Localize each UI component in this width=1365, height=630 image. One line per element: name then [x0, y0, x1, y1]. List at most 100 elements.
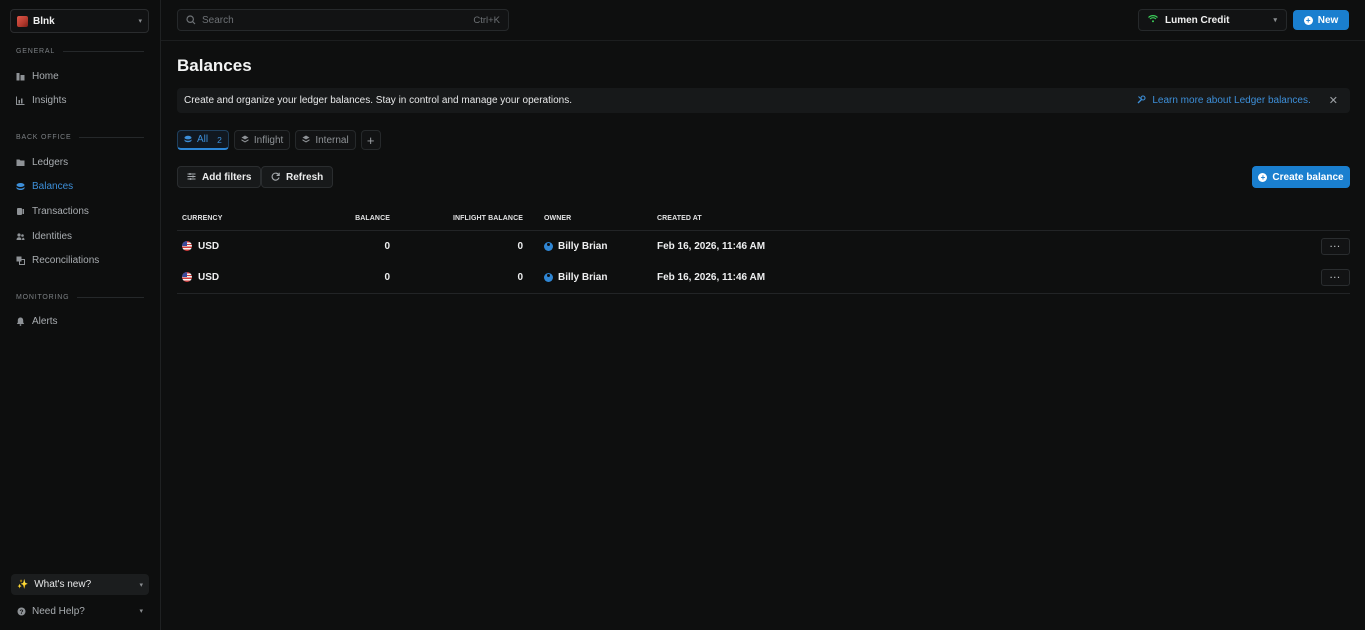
sidebar-item-label: Home: [32, 70, 59, 82]
layers-icon: [184, 135, 192, 145]
chevron-down-icon: ▾: [139, 608, 143, 615]
layers-icon: [241, 135, 249, 145]
sidebar-item-alerts[interactable]: Alerts: [16, 314, 58, 328]
currency-cell: USD: [177, 241, 280, 252]
tab-count: 2: [217, 134, 222, 145]
sidebar-item-label: Reconciliations: [32, 254, 100, 266]
reconcile-icon: [16, 256, 25, 265]
need-help-label: Need Help?: [32, 605, 85, 617]
table-row[interactable]: USD 0 0 Billy Brian Feb 16, 2026, 11:46 …: [177, 231, 1350, 261]
sidebar: Blnk ▾ GENERAL Home Insights BACK OFFICE…: [0, 0, 161, 630]
sparkles-icon: ✨: [17, 579, 29, 589]
chart-icon: [16, 96, 25, 105]
new-button[interactable]: + New: [1293, 10, 1349, 30]
column-header-currency[interactable]: CURRENCY: [177, 215, 280, 222]
ledger-selector[interactable]: Lumen Credit ▾: [1138, 9, 1287, 31]
transactions-icon: [16, 207, 25, 216]
add-tab-button[interactable]: +: [360, 130, 381, 150]
learn-more-link[interactable]: Learn more about Ledger balances.: [1137, 95, 1311, 106]
info-banner: Create and organize your ledger balances…: [177, 88, 1350, 113]
plus-circle-icon: +: [1258, 172, 1268, 182]
sidebar-item-identities[interactable]: Identities: [16, 229, 72, 243]
add-filters-button[interactable]: Add filters: [177, 166, 262, 188]
chevron-down-icon: ▾: [139, 581, 143, 589]
balances-table: CURRENCY BALANCE INFLIGHT BALANCE OWNER …: [177, 206, 1350, 294]
folder-icon: [16, 158, 25, 167]
plus-circle-icon: +: [1303, 15, 1313, 25]
sidebar-item-transactions[interactable]: Transactions: [16, 204, 89, 218]
currency-code: USD: [198, 271, 220, 283]
ledger-name: Lumen Credit: [1165, 14, 1230, 26]
row-actions: ···: [1321, 268, 1350, 286]
create-balance-label: Create balance: [1272, 171, 1344, 183]
sidebar-item-label: Transactions: [32, 205, 89, 217]
workspace-switcher[interactable]: Blnk ▾: [10, 9, 149, 33]
new-button-label: New: [1317, 14, 1339, 26]
chevron-down-icon: ▾: [1273, 17, 1277, 24]
currency-cell: USD: [177, 272, 280, 283]
owner-cell[interactable]: Billy Brian: [523, 272, 657, 283]
table-row[interactable]: USD 0 0 Billy Brian Feb 16, 2026, 11:46 …: [177, 261, 1350, 294]
section-label-monitoring: MONITORING: [16, 294, 144, 301]
workspace-logo-icon: [17, 15, 28, 27]
section-label-general: GENERAL: [16, 48, 144, 55]
chevron-down-icon: ▾: [138, 18, 142, 25]
filter-icon: [187, 172, 196, 183]
tab-all[interactable]: All 2: [177, 130, 229, 150]
owner-name: Billy Brian: [558, 271, 608, 283]
more-actions-button[interactable]: ···: [1321, 268, 1350, 286]
need-help-button[interactable]: ? Need Help? ▾: [11, 602, 149, 620]
sidebar-item-ledgers[interactable]: Ledgers: [16, 155, 68, 169]
created-at-cell: Feb 16, 2026, 11:46 AM: [657, 240, 766, 252]
whats-new-label: What's new?: [34, 579, 92, 590]
sidebar-item-label: Balances: [32, 180, 74, 192]
create-balance-button[interactable]: + Create balance: [1252, 166, 1350, 188]
us-flag-icon: [182, 272, 192, 282]
svg-text:?: ?: [20, 609, 24, 616]
layers-icon: [302, 135, 310, 145]
owner-name: Billy Brian: [558, 240, 608, 252]
section-label-back-office: BACK OFFICE: [16, 134, 144, 141]
sidebar-item-reconciliations[interactable]: Reconciliations: [16, 253, 99, 267]
refresh-button[interactable]: Refresh: [261, 166, 334, 188]
help-icon: ?: [17, 607, 26, 616]
coins-stack-icon: [16, 182, 25, 191]
search-placeholder: Search: [202, 14, 234, 26]
wifi-icon: [1148, 15, 1158, 25]
more-actions-button[interactable]: ···: [1321, 237, 1350, 255]
user-icon: [544, 241, 553, 251]
owner-cell[interactable]: Billy Brian: [523, 241, 657, 252]
search-input[interactable]: Search Ctrl+K: [177, 9, 509, 31]
inflight-balance-cell: 0: [517, 240, 523, 252]
tab-label: Internal: [315, 134, 349, 146]
column-header-balance[interactable]: BALANCE: [280, 215, 390, 222]
whats-new-button[interactable]: ✨ What's new? ▾: [11, 574, 149, 595]
sidebar-item-balances[interactable]: Balances: [16, 179, 73, 193]
refresh-label: Refresh: [286, 171, 324, 183]
tab-internal[interactable]: Internal: [295, 130, 356, 150]
home-icon: [16, 72, 25, 81]
bell-icon: [16, 317, 25, 326]
plus-icon: +: [366, 132, 375, 148]
us-flag-icon: [182, 241, 192, 251]
tab-label: All: [197, 134, 209, 145]
tab-inflight[interactable]: Inflight: [233, 130, 291, 150]
column-header-created-at[interactable]: CREATED AT: [657, 215, 857, 222]
refresh-icon: [271, 172, 280, 183]
column-header-inflight[interactable]: INFLIGHT BALANCE: [390, 215, 523, 222]
sidebar-item-home[interactable]: Home: [16, 69, 59, 83]
close-icon[interactable]: ✕: [1329, 94, 1338, 107]
top-bar: Search Ctrl+K Lumen Credit ▾ + New: [161, 0, 1365, 41]
sidebar-item-insights[interactable]: Insights: [16, 93, 66, 107]
users-icon: [16, 232, 25, 241]
currency-code: USD: [198, 240, 220, 252]
search-shortcut: Ctrl+K: [473, 14, 500, 26]
tools-icon: [1137, 95, 1146, 106]
column-header-owner[interactable]: OWNER: [523, 215, 657, 222]
page-title: Balances: [177, 56, 252, 75]
sidebar-item-label: Ledgers: [32, 156, 69, 168]
search-icon: [186, 15, 196, 25]
workspace-name: Blnk: [33, 15, 55, 27]
inflight-balance-cell: 0: [517, 271, 523, 283]
tab-label: Inflight: [253, 134, 284, 146]
